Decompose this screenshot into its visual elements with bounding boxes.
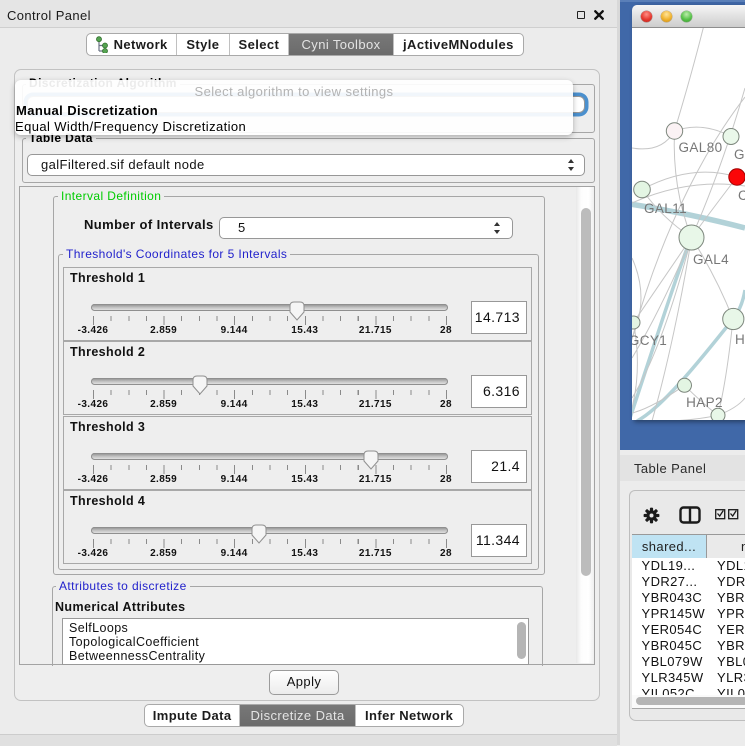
svg-text:GAL4: GAL4 [693, 252, 729, 267]
svg-text:H: H [735, 332, 745, 347]
svg-text:HAP2: HAP2 [686, 395, 723, 410]
svg-text:GAL11: GAL11 [644, 201, 687, 216]
svg-text:GCY1: GCY1 [632, 333, 667, 348]
svg-text:C: C [738, 188, 745, 203]
svg-text:GAL80: GAL80 [678, 140, 722, 155]
svg-text:GA: GA [734, 147, 745, 162]
